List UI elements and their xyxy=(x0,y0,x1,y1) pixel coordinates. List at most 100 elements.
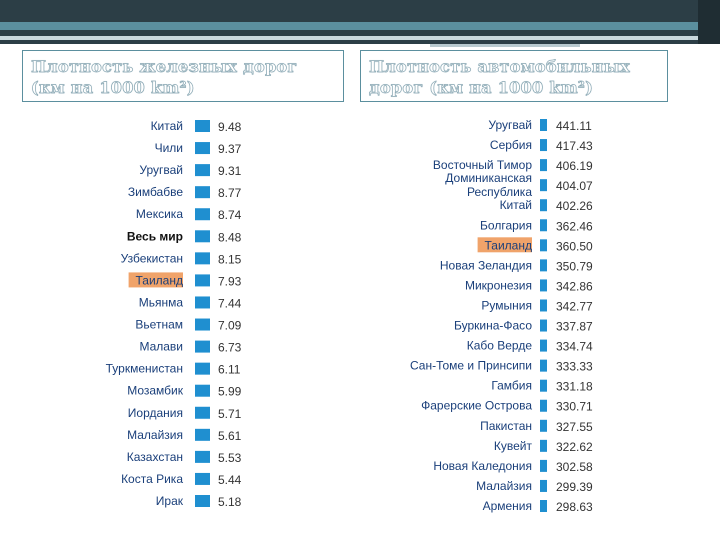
category-label: Малави xyxy=(139,340,183,354)
value-label: 302.58 xyxy=(556,460,593,474)
bar xyxy=(540,179,547,192)
value-label: 5.18 xyxy=(218,495,242,509)
bar xyxy=(195,186,210,199)
value-label: 9.31 xyxy=(218,164,242,178)
category-label: Гамбия xyxy=(491,379,532,393)
value-label: 9.37 xyxy=(218,142,242,156)
bar xyxy=(540,459,547,472)
category-label: Болгария xyxy=(480,218,532,232)
bar xyxy=(195,120,210,132)
density-charts: Китай 9.48 Чили 9.37 Уругвай 9.31 Зимбабве 8.77… xyxy=(106,118,593,514)
category-label: Пакистан xyxy=(480,419,532,433)
category-label: Таиланд xyxy=(136,273,183,287)
bar xyxy=(195,362,210,375)
value-label: 441.11 xyxy=(556,119,592,133)
value-label: 417.43 xyxy=(556,139,593,153)
category-label: Доминиканская xyxy=(445,171,532,185)
bar xyxy=(540,339,547,352)
category-label: Микронезия xyxy=(465,278,532,292)
value-label: 322.62 xyxy=(556,440,593,454)
category-label: Кувейт xyxy=(494,439,533,453)
category-label: Восточный Тимор xyxy=(433,158,532,172)
category-label: Буркина-Фасо xyxy=(454,319,532,333)
bar xyxy=(540,219,547,232)
category-label: Уругвай xyxy=(139,163,183,177)
value-label: 6.73 xyxy=(218,341,242,355)
bar xyxy=(540,439,547,452)
bar xyxy=(540,199,547,212)
bar xyxy=(195,142,210,155)
category-label: Китай xyxy=(151,119,183,133)
value-label: 5.61 xyxy=(218,429,242,443)
bar xyxy=(195,450,210,463)
bar xyxy=(540,299,547,312)
value-label: 5.99 xyxy=(218,385,242,399)
value-label: 342.77 xyxy=(556,299,593,313)
bar xyxy=(195,406,210,419)
category-label: Сербия xyxy=(490,138,532,152)
bar xyxy=(540,500,547,512)
bar xyxy=(195,208,210,221)
bar xyxy=(195,428,210,441)
bar xyxy=(540,159,547,172)
value-label: 5.53 xyxy=(218,451,242,465)
category-label: Казахстан xyxy=(127,450,183,464)
category-label: Мозамбик xyxy=(127,384,184,398)
category-label: Китай xyxy=(500,198,532,212)
bar xyxy=(195,384,210,397)
bar xyxy=(540,139,547,152)
category-label: Новая Зеландия xyxy=(440,258,532,272)
value-label: 330.71 xyxy=(556,400,593,414)
bar xyxy=(195,340,210,353)
bar xyxy=(195,472,210,485)
category-label: Кабо Верде xyxy=(467,339,533,353)
value-label: 333.33 xyxy=(556,360,593,374)
category-label: Мьянма xyxy=(139,295,184,309)
category-label: Ирак xyxy=(156,494,184,508)
category-label: Малайзия xyxy=(476,479,532,493)
value-label: 7.09 xyxy=(218,319,242,333)
value-label: 337.87 xyxy=(556,320,593,334)
value-label: 8.48 xyxy=(218,230,242,244)
bar xyxy=(195,318,210,331)
value-label: 334.74 xyxy=(556,340,593,354)
category-label: Вьетнам xyxy=(135,318,183,332)
category-label: Узбекистан xyxy=(121,251,183,265)
category-label: Малайзия xyxy=(127,428,183,442)
bar xyxy=(540,379,547,392)
value-label: 362.46 xyxy=(556,219,593,233)
value-label: 8.15 xyxy=(218,252,242,266)
category-label: Румыния xyxy=(481,298,532,312)
value-label: 331.18 xyxy=(556,380,593,394)
bar xyxy=(540,479,547,492)
value-label: 402.26 xyxy=(556,199,593,213)
bar xyxy=(195,230,210,243)
category-label: Сан-Томе и Принсипи xyxy=(410,359,532,373)
value-label: 298.63 xyxy=(556,500,593,514)
bar xyxy=(195,164,210,177)
value-label: 5.44 xyxy=(218,473,242,487)
value-label: 9.48 xyxy=(218,120,242,134)
bar xyxy=(540,119,547,131)
bar xyxy=(540,239,547,252)
category-label: Новая Каледония xyxy=(433,459,532,473)
bar xyxy=(540,419,547,432)
value-label: 342.86 xyxy=(556,279,593,293)
category-label: Туркменистан xyxy=(106,362,183,376)
category-label: Республика xyxy=(467,185,532,199)
value-label: 8.77 xyxy=(218,186,242,200)
value-label: 8.74 xyxy=(218,208,242,222)
category-label: Фарерские Острова xyxy=(421,399,532,413)
bar xyxy=(195,495,210,507)
category-label: Уругвай xyxy=(488,118,532,132)
value-label: 299.39 xyxy=(556,480,593,494)
category-label: Мексика xyxy=(136,207,183,221)
value-label: 404.07 xyxy=(556,179,593,193)
bar xyxy=(540,359,547,372)
value-label: 406.19 xyxy=(556,159,593,173)
category-label: Коста Рика xyxy=(121,472,183,486)
bar xyxy=(540,319,547,332)
value-label: 7.44 xyxy=(218,296,242,310)
category-label: Таиланд xyxy=(485,238,532,252)
bar xyxy=(540,259,547,272)
